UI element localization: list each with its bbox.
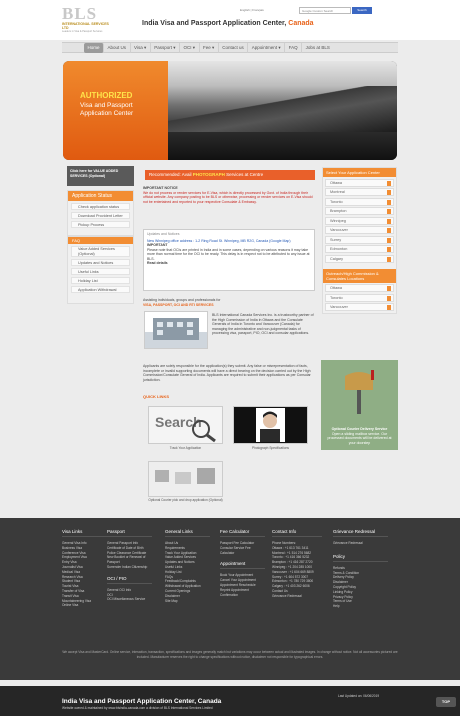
footer-link[interactable]: Grievance Redressal (333, 541, 388, 546)
branch-ottawa[interactable]: Ottawa (325, 178, 394, 187)
outreach-ottawa[interactable]: Ottawa (325, 284, 394, 292)
disclaimer-text: Applicants are solely responsible for th… (143, 364, 311, 382)
footer-link[interactable]: New Booklet or Renewal of Passport (107, 555, 152, 565)
logo-subtitle: INTERNATIONAL SERVICES LTD (62, 22, 109, 30)
branch-surrey[interactable]: Surrey (325, 235, 394, 244)
branch-winnipeg[interactable]: Winnipeg (325, 216, 394, 225)
footer-col-contact: Contact Info Phone Numbers: Ottawa : +1 … (272, 529, 322, 599)
value-added-services-button[interactable]: Click here for VALUE ADDED SERVICES (Opt… (67, 166, 134, 186)
nav-oci[interactable]: OCI ▾ (180, 43, 200, 53)
updates-title: Updates and Notices (147, 232, 180, 236)
photo-specs-thumb[interactable] (233, 406, 308, 444)
language-switch[interactable]: English | Français (240, 8, 264, 12)
courier-service-panel[interactable]: Optional Courier Delivery Service Open a … (321, 360, 398, 450)
quick-links-heading: QUICK LINKS (143, 394, 169, 399)
branch-calgary[interactable]: Calgary (325, 254, 394, 263)
branch-montreal[interactable]: Montreal (325, 188, 394, 196)
last-updated: Last Updated on: 06/06/2019 (338, 694, 380, 698)
branch-brampton[interactable]: Brampton (325, 207, 394, 215)
application-status-title: Application Status (68, 191, 133, 201)
read-details-link[interactable]: Read details (147, 261, 311, 266)
bls-logo[interactable]: BLS INTERNATIONAL SERVICES LTD Leaders i… (62, 5, 110, 35)
about-text: BLS International Canada Services Inc. i… (212, 313, 314, 335)
main-nav: Home About Us Visa ▾ Passport ▾ OCI ▾ Fee ▾ Co… (62, 42, 398, 53)
faq-title: FAQ (68, 237, 133, 244)
sidebar-link-check-status[interactable]: Check application status (71, 203, 130, 210)
footer-link[interactable]: Site Map (165, 599, 210, 604)
nav-contact[interactable]: Contact us (219, 43, 249, 53)
search-input[interactable]: Google Custom Search (299, 7, 351, 14)
logo-tagline: Leaders in Visa & Passport Services (62, 30, 103, 33)
footer-col-fee: Fee Calculator Passport Fee Calculator C… (220, 529, 265, 597)
sidebar-link-provident-letter[interactable]: Download Provident Letter (71, 212, 130, 219)
svg-text:Search: Search (155, 414, 202, 430)
footer-link[interactable]: Grievance Redressal (272, 594, 322, 599)
branch-vancouver[interactable]: Vancouver (325, 226, 394, 234)
sidebar-link-updates[interactable]: Updates and Notices (71, 259, 130, 266)
payment-disclaimer: We accept Visa and MasterCard. Online se… (62, 650, 398, 659)
application-status-box: Application Status Check application sta… (67, 190, 134, 236)
footer-link[interactable]: Consular Service Fee Calculator (220, 546, 265, 556)
notice-text: We do not process or render services for… (143, 190, 313, 204)
outreach-vancouver[interactable]: Vancouver (325, 303, 394, 311)
hero-banner: AUTHORIZED Visa and Passport Application… (63, 61, 397, 160)
recommended-banner[interactable]: Recommended: Avail PHOTOGRAPH Services a… (145, 170, 315, 180)
thumb-caption: Track Your Application (169, 446, 202, 450)
nav-visa[interactable]: Visa ▾ (131, 43, 151, 53)
footer-link[interactable]: Online Visa (62, 603, 107, 608)
courier-text: Optional Courier Delivery Service Open a … (327, 427, 392, 445)
intro-text: Assisting individuals, groups and profes… (143, 298, 221, 307)
footer-link[interactable]: Help (333, 604, 388, 609)
footer-col-general: General Links About Us Requirements Trac… (165, 529, 210, 603)
branch-edmonton[interactable]: Edmonton (325, 245, 394, 253)
sidebar-link-useful[interactable]: Useful Links (71, 268, 130, 275)
nav-about[interactable]: About Us (104, 43, 131, 53)
sidebar-link-pickup[interactable]: Pickup Process (71, 221, 130, 228)
sidebar-link-withdrawal[interactable]: Application Withdrawal (71, 286, 130, 293)
back-to-top-button[interactable]: TOP (436, 697, 456, 707)
branch-selector: Select Your Application Center Ottawa Mo… (322, 167, 397, 314)
footer-col-visa: Visa Links General Visa Info Business Vi… (62, 529, 107, 608)
sidebar-link-holiday[interactable]: Holiday List (71, 277, 130, 284)
update-item[interactable]: New Winnipeg office address : 1-2 Ring R… (147, 239, 311, 244)
footer-title: India Visa and Passport Application Cent… (62, 698, 222, 705)
footer-col-grievance: Grievance Redressal Grievance Redressal … (333, 529, 388, 609)
track-application-thumb[interactable]: Search (148, 406, 223, 444)
nav-fee[interactable]: Fee ▾ (200, 43, 219, 53)
outreach-title: Outreach/High Commission & Consulates Lo… (323, 268, 396, 283)
nav-appointment[interactable]: Appointment ▾ (248, 43, 286, 53)
branch-toronto[interactable]: Toronto (325, 197, 394, 206)
banner-text: Visa and Passport Application Center (80, 102, 134, 117)
banner-heading: AUTHORIZED (80, 91, 133, 100)
thumb-caption: Optional Courier pick and drop applicati… (148, 498, 223, 502)
footer-owner: Website owned & maintained by www.blsind… (62, 706, 213, 710)
footer-link[interactable]: OCI Miscellaneous Service (107, 597, 152, 602)
updates-box: Updates and Notices New Winnipeg office … (143, 229, 315, 291)
sidebar-link-value-added[interactable]: Value Added Services (Optional) (71, 246, 130, 257)
outreach-toronto[interactable]: Toronto (325, 293, 394, 302)
courier-thumb[interactable] (148, 461, 223, 497)
nav-jobs[interactable]: Jobs at BLS (302, 43, 333, 53)
logo-text: BLS (62, 4, 98, 23)
search-button[interactable]: Search (352, 7, 372, 14)
mountain-photo (168, 61, 397, 160)
nav-passport[interactable]: Passport ▾ (151, 43, 180, 53)
page-title: India Visa and Passport Application Cent… (142, 20, 314, 27)
banner-panel: AUTHORIZED Visa and Passport Application… (63, 61, 168, 160)
nav-faq[interactable]: FAQ (285, 43, 303, 53)
footer-link[interactable]: Reprint Appointment Confirmation (220, 588, 265, 598)
important-notice: IMPORTANT NOTICE We do not process or re… (143, 186, 315, 204)
bls-building-image (144, 311, 208, 349)
faq-box: FAQ Value Added Services (Optional) Upda… (67, 236, 134, 304)
footer-col-passport: Passport General Passport Info Certifica… (107, 529, 152, 602)
footer-link[interactable]: Surrender Indian Citizenship (107, 565, 152, 570)
update-item: Please note that OCIs are printed in Ind… (147, 247, 310, 261)
thumb-caption: Photograph Specifications (251, 446, 290, 450)
branch-title: Select Your Application Center (323, 168, 396, 177)
nav-home[interactable]: Home (84, 43, 105, 53)
